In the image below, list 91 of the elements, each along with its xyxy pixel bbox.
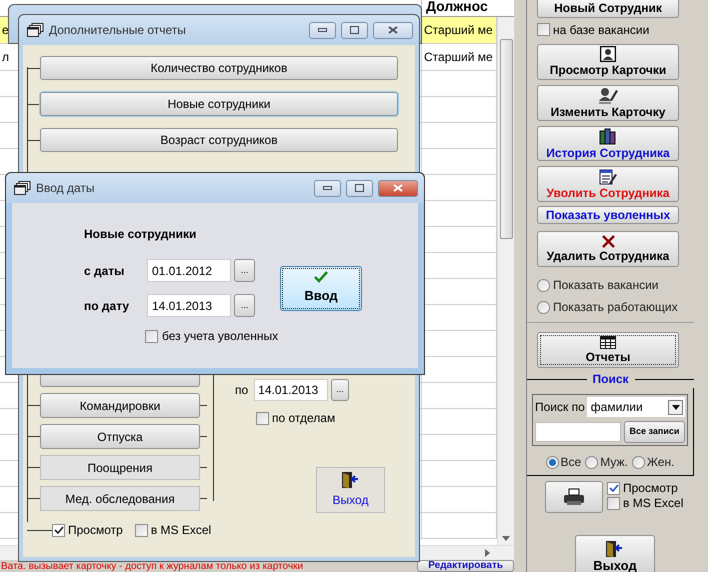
checkbox[interactable] [607,482,620,495]
group-title: Поиск [592,371,630,388]
door-exit-icon [340,471,360,489]
radio-button[interactable] [632,456,645,469]
date-field[interactable]: 14.01.2013 [147,294,231,317]
radio-label: Жен. [646,454,674,472]
report-button[interactable]: Поощрения [40,455,200,480]
windows-icon [27,23,44,37]
checkbox[interactable] [607,496,620,510]
checkbox[interactable] [537,23,550,36]
button[interactable]: Удалить Сотрудника [537,231,679,268]
dropdown-arrow-icon [672,404,680,410]
button[interactable]: Просмотр Карточки [537,44,679,80]
radio-button[interactable] [537,300,550,314]
search-field[interactable] [535,422,621,442]
field-label: с даты [84,262,126,280]
window-title: Дополнительные отчеты [49,22,187,39]
close-icon [393,184,403,192]
report-button[interactable]: Количество сотрудников [40,56,398,80]
maximize-button[interactable] [341,22,368,38]
maximize-icon [355,184,364,192]
checkbox-label: Просмотр [68,522,123,539]
radio-label: Показать работающих [553,299,678,316]
minimize-button[interactable] [314,180,341,196]
report-button[interactable]: Новые сотрудники [40,92,398,116]
radio-label: Показать вакансии [553,277,658,294]
search-by-select[interactable]: фамилии [586,397,685,418]
scroll-down-icon[interactable] [502,536,510,541]
minimize-icon [318,28,327,32]
close-button[interactable] [378,180,418,196]
minimize-button[interactable] [309,22,336,38]
browse-button[interactable]: ... [234,259,255,282]
checkbox-label: в MS Excel [150,522,212,539]
check-icon [314,271,328,284]
browse-button[interactable]: ... [331,379,350,401]
checkbox[interactable] [256,412,269,424]
report-button[interactable]: Отпуска [40,424,200,449]
close-icon [388,26,398,34]
field-label: по дату [84,298,130,314]
button[interactable]: История Сотрудника [537,126,679,162]
scrollbar-thumb[interactable] [500,39,512,239]
windows-icon [14,181,31,195]
user-edit-icon [598,86,618,104]
close-button[interactable] [373,22,413,38]
button[interactable]: Изменить Карточку [537,84,679,121]
checkbox-label: по отделам [272,410,336,427]
show-all-button[interactable]: Все записи [624,421,685,444]
checkbox[interactable] [145,330,158,342]
button[interactable]: Отчеты [537,332,679,368]
column-header[interactable]: Должнос [422,0,497,16]
checkbox-label: на базе вакансии [553,22,650,39]
checkbox-label: в MS Excel [623,496,684,510]
window-title: Ввод даты [36,180,96,197]
printer-icon [563,488,585,506]
notepad-pencil-icon [599,168,617,185]
radio-label: Муж. [600,454,628,472]
checkbox[interactable] [52,524,65,536]
button[interactable]: Новый Сотрудник [537,0,679,18]
table-icon [600,336,616,350]
report-button[interactable]: Возраст сотрудников [40,128,398,152]
radio-button[interactable] [546,456,559,469]
browse-button[interactable]: ... [234,294,255,317]
date-field[interactable]: 14.01.2013 [254,379,328,401]
radio-label: Все [560,454,582,472]
exit-button[interactable]: Выход [316,467,385,513]
scrollbar[interactable] [497,17,514,545]
date-field[interactable]: 01.01.2012 [147,259,231,282]
books-icon [599,128,617,145]
radio-button[interactable] [537,278,550,292]
maximize-button[interactable] [346,180,373,196]
radio-button[interactable] [585,456,598,469]
print-button[interactable] [545,481,603,514]
minimize-icon [323,186,332,190]
submit-button[interactable]: Ввод [280,266,362,311]
delete-icon [602,235,614,248]
edit-button[interactable]: Редактировать [417,560,514,572]
report-button[interactable]: Мед. обследования [40,486,200,511]
dialog-heading: Новые сотрудники [84,226,198,243]
field-label: Поиск по [535,399,585,416]
door-exit-icon [605,540,625,558]
checkbox[interactable] [134,524,148,536]
scroll-right-icon[interactable] [485,549,490,557]
id-card-icon [600,46,616,62]
checkbox-label: Просмотр [623,481,678,496]
field-label: по [235,382,248,399]
report-button[interactable]: Командировки [40,393,200,418]
button[interactable]: Уволить Сотрудника [537,166,679,202]
maximize-icon [350,26,359,34]
button[interactable]: Показать уволенных [537,206,679,224]
checkbox-label: без учета уволенных [162,328,278,345]
status-message: Вата. вызывает карточку - доступ к журналам только из карточки [0,560,304,572]
